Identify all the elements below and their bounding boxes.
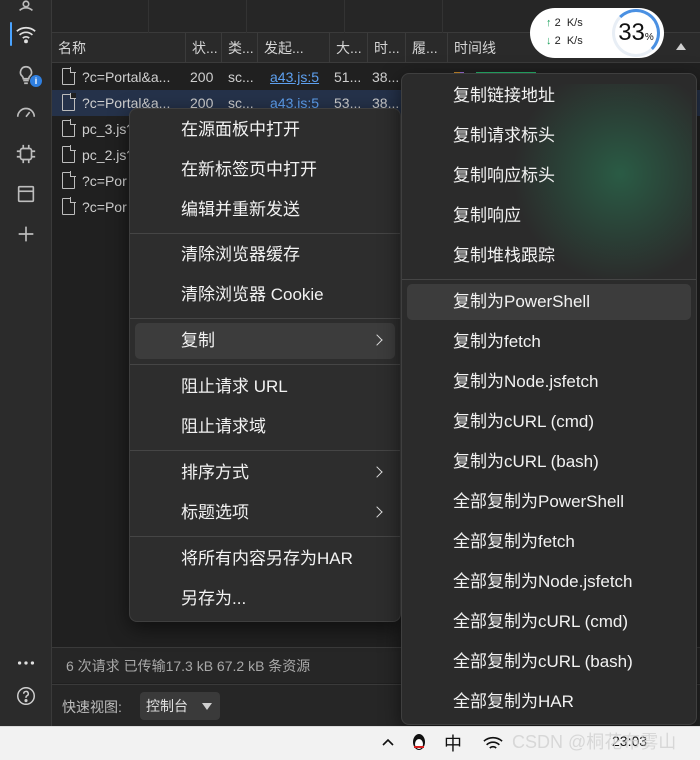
- menu-separator: [130, 364, 400, 365]
- upload-unit: K/s: [566, 17, 583, 29]
- percent-sign: %: [644, 31, 654, 43]
- network-icon[interactable]: [482, 733, 504, 757]
- window-icon[interactable]: [0, 176, 52, 212]
- menu-item-copy-label: 复制: [181, 331, 215, 350]
- menu-item-open-new-tab[interactable]: 在新标签页中打开: [135, 152, 395, 188]
- row-time: 38...: [372, 69, 400, 85]
- copy-all-as-curl-cmd[interactable]: 全部复制为cURL (cmd): [407, 604, 691, 640]
- menu-item-save-as[interactable]: 另存为...: [135, 581, 395, 617]
- row-name: ?c=Portal&a...: [82, 69, 171, 85]
- menu-item-block-domain[interactable]: 阻止请求域: [135, 409, 395, 445]
- col-initiator[interactable]: 发起...: [258, 33, 330, 63]
- chevron-right-icon: [371, 466, 383, 478]
- help-icon[interactable]: [0, 678, 52, 714]
- copy-link-address[interactable]: 复制链接地址: [407, 78, 691, 114]
- col-time[interactable]: 时...: [368, 33, 406, 63]
- menu-item-open-in-sources[interactable]: 在源面板中打开: [135, 112, 395, 148]
- lightbulb-icon[interactable]: i: [0, 57, 52, 93]
- quick-view-value: 控制台: [146, 698, 188, 714]
- document-icon: [62, 67, 76, 85]
- plus-icon[interactable]: [0, 216, 52, 252]
- col-status[interactable]: 状...: [186, 33, 222, 63]
- menu-separator: [130, 450, 400, 451]
- col-fulfilled[interactable]: 履...: [406, 33, 448, 63]
- menu-item-header-options[interactable]: 标题选项: [135, 495, 395, 531]
- dropdown-arrow-icon: [202, 703, 212, 710]
- copy-as-curl-cmd[interactable]: 复制为cURL (cmd): [407, 404, 691, 440]
- row-name: pc_2.js?: [82, 147, 130, 163]
- chevron-right-icon: [371, 506, 383, 518]
- menu-item-copy[interactable]: 复制: [135, 323, 395, 359]
- menu-item-header-label: 标题选项: [181, 503, 249, 522]
- row-name: pc_3.js?: [82, 121, 130, 137]
- copy-all-as-nodejs-fetch[interactable]: 全部复制为Node.jsfetch: [407, 564, 691, 600]
- info-badge-icon: i: [30, 75, 42, 87]
- download-speed: ↓ 2 K/s: [546, 35, 583, 47]
- download-value: 2: [554, 35, 561, 47]
- upload-value: 2: [554, 17, 561, 29]
- quick-view-label: 快速视图:: [62, 699, 122, 715]
- usage-percent: 33: [618, 19, 645, 46]
- document-icon: [62, 145, 76, 163]
- wifi-icon[interactable]: [0, 16, 52, 52]
- qq-penguin-icon[interactable]: [410, 731, 428, 757]
- menu-item-block-url[interactable]: 阻止请求 URL: [135, 369, 395, 405]
- menu-separator: [402, 279, 696, 280]
- menu-item-clear-cache[interactable]: 清除浏览器缓存: [135, 237, 395, 273]
- copy-stack-trace[interactable]: 复制堆栈跟踪: [407, 238, 691, 274]
- col-size[interactable]: 大...: [330, 33, 368, 63]
- copy-as-powershell[interactable]: 复制为PowerShell: [407, 284, 691, 320]
- row-type: sc...: [228, 69, 254, 85]
- download-unit: K/s: [566, 35, 583, 47]
- copy-response[interactable]: 复制响应: [407, 198, 691, 234]
- document-icon: [62, 171, 76, 189]
- copy-submenu: 复制链接地址 复制请求标头 复制响应标头 复制响应 复制堆栈跟踪 复制为Powe…: [401, 73, 697, 725]
- menu-item-edit-resend[interactable]: 编辑并重新发送: [135, 192, 395, 228]
- col-name[interactable]: 名称: [52, 33, 186, 63]
- download-arrow-icon: ↓: [546, 35, 552, 47]
- copy-response-headers[interactable]: 复制响应标头: [407, 158, 691, 194]
- copy-all-as-powershell[interactable]: 全部复制为PowerShell: [407, 484, 691, 520]
- upload-arrow-icon: ↑: [546, 17, 552, 29]
- copy-as-fetch[interactable]: 复制为fetch: [407, 324, 691, 360]
- network-speed-widget[interactable]: ↑ 2 K/s ↓ 2 K/s 33%: [530, 8, 664, 58]
- copy-as-nodejs-fetch[interactable]: 复制为Node.jsfetch: [407, 364, 691, 400]
- quick-view-select[interactable]: 控制台: [140, 692, 220, 720]
- context-menu: 在源面板中打开 在新标签页中打开 编辑并重新发送 清除浏览器缓存 清除浏览器 C…: [129, 108, 401, 622]
- chevron-right-icon: [371, 334, 383, 346]
- chevron-up-icon[interactable]: [380, 735, 396, 753]
- sort-up-icon[interactable]: [676, 43, 686, 50]
- menu-item-clear-cookies[interactable]: 清除浏览器 Cookie: [135, 277, 395, 313]
- menu-separator: [130, 318, 400, 319]
- row-name: ?c=Por: [82, 199, 127, 215]
- activity-bar: i: [0, 0, 52, 726]
- copy-all-as-curl-bash[interactable]: 全部复制为cURL (bash): [407, 644, 691, 680]
- menu-item-sort-by[interactable]: 排序方式: [135, 455, 395, 491]
- row-status: 200: [190, 69, 214, 85]
- menu-item-sort-label: 排序方式: [181, 463, 249, 482]
- col-type[interactable]: 类...: [222, 33, 258, 63]
- row-name: ?c=Por: [82, 173, 127, 189]
- menu-separator: [130, 233, 400, 234]
- document-icon: [62, 119, 76, 137]
- copy-request-headers[interactable]: 复制请求标头: [407, 118, 691, 154]
- copy-all-as-har[interactable]: 全部复制为HAR: [407, 684, 691, 720]
- ime-indicator[interactable]: 中: [444, 730, 462, 756]
- usage-ring: 33%: [612, 9, 660, 57]
- menu-item-save-all-har[interactable]: 将所有内容另存为HAR: [135, 541, 395, 577]
- row-size: 51...: [334, 69, 362, 85]
- row-initiator-link[interactable]: a43.js:5: [270, 64, 330, 90]
- copy-as-curl-bash[interactable]: 复制为cURL (bash): [407, 444, 691, 480]
- cpu-icon[interactable]: [0, 136, 52, 172]
- more-icon[interactable]: [0, 645, 52, 681]
- performance-icon[interactable]: [0, 96, 52, 132]
- document-icon: [62, 93, 76, 111]
- upload-speed: ↑ 2 K/s: [546, 17, 583, 29]
- csdn-watermark: CSDN @桐花布雾山: [512, 732, 677, 752]
- document-icon: [62, 197, 76, 215]
- copy-all-as-fetch[interactable]: 全部复制为fetch: [407, 524, 691, 560]
- menu-separator: [130, 536, 400, 537]
